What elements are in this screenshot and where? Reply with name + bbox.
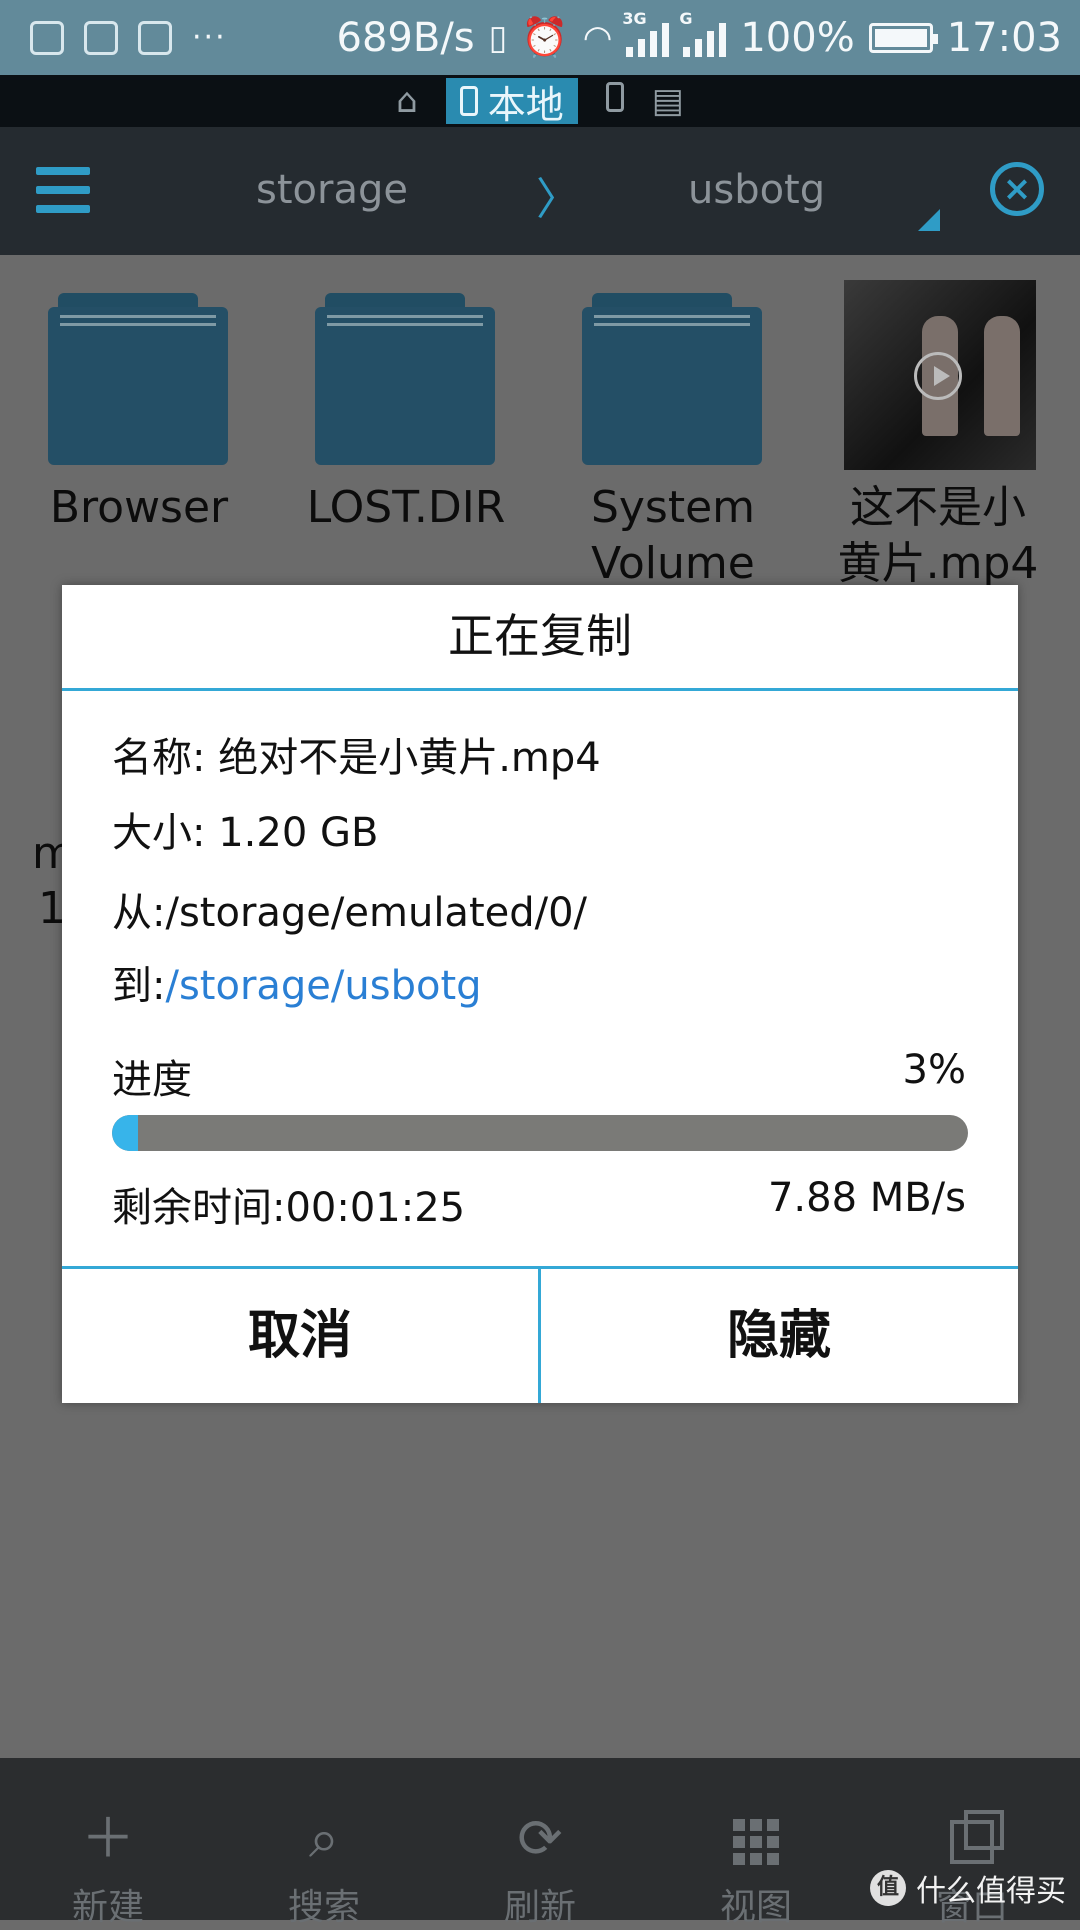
tab-device-icon[interactable]	[605, 81, 624, 121]
copy-notification-icon	[30, 20, 64, 55]
from-value: /storage/emulated/0/	[165, 890, 588, 936]
remaining-label: 剩余时间:	[112, 1185, 286, 1231]
dropdown-corner-icon[interactable]	[918, 209, 940, 231]
battery-icon	[868, 22, 938, 53]
file-size-row: 大小: 1.20 GB	[112, 800, 378, 858]
signal-g-icon: G	[679, 9, 727, 57]
bottom-toolbar: ＋ 新建 ⌕ 搜索 ⟳ 刷新 视图 窗口 值 什么值得买	[0, 1758, 1080, 1928]
remaining-value: 00:01:25	[285, 1185, 466, 1231]
watermark: 值 什么值得买	[870, 1866, 1066, 1910]
wifi-icon: ◠	[582, 17, 613, 58]
refresh-button[interactable]: ⟳ 刷新	[432, 1758, 648, 1928]
play-icon	[914, 352, 962, 400]
clock: 17:03	[946, 14, 1062, 61]
more-notifications-icon: ···	[192, 20, 227, 55]
name-label: 名称:	[112, 735, 219, 781]
video-thumbnail[interactable]	[844, 280, 1036, 470]
home-tab-icon[interactable]: ⌂	[396, 81, 418, 121]
hide-button[interactable]: 隐藏	[541, 1269, 1017, 1403]
notification-icons: ···	[0, 20, 227, 55]
path-bar: storage 〉 usbotg	[0, 127, 1080, 255]
phone-icon	[459, 86, 478, 116]
plus-icon: ＋	[81, 1807, 135, 1870]
view-label: 视图	[719, 1887, 792, 1928]
file-name-row: 名称: 绝对不是小黄片.mp4	[112, 725, 601, 783]
source-path-row: 从:/storage/emulated/0/	[112, 880, 587, 938]
breadcrumb-storage[interactable]: storage	[256, 167, 408, 213]
destination-path-row: 到:/storage/usbotg	[112, 953, 482, 1011]
search-label: 搜索	[287, 1887, 360, 1928]
new-label: 新建	[71, 1887, 144, 1928]
progress-bar	[112, 1115, 968, 1151]
file-name-browser[interactable]: Browser	[24, 480, 254, 536]
status-bar: ··· 689B/s ▯ ⏰ ◠ 3G G 100% 17:03	[0, 0, 1080, 75]
edit-notification-icon	[138, 20, 172, 55]
from-label: 从:	[112, 890, 166, 936]
size-label: 大小:	[112, 810, 219, 856]
to-value-link[interactable]: /storage/usbotg	[165, 963, 481, 1009]
search-button[interactable]: ⌕ 搜索	[216, 1758, 432, 1928]
remaining-time: 剩余时间:00:01:25	[112, 1175, 465, 1233]
name-value: 绝对不是小黄片.mp4	[218, 735, 601, 781]
location-tabs: ⌂ 本地 ▤	[0, 75, 1080, 127]
file-name-lost-dir[interactable]: LOST.DIR	[291, 480, 521, 536]
signal-3g-icon: 3G	[622, 9, 670, 57]
breadcrumb-usbotg[interactable]: usbotg	[688, 167, 825, 213]
file-name-video[interactable]: 这不是小 黄片.mp4	[823, 480, 1053, 592]
dialog-title: 正在复制	[448, 609, 632, 663]
view-button[interactable]: 视图	[648, 1758, 864, 1928]
copy-progress-dialog: 正在复制 名称: 绝对不是小黄片.mp4 大小: 1.20 GB 从:/stor…	[62, 585, 1018, 1403]
transfer-speed: 7.88 MB/s	[767, 1175, 966, 1221]
battery-percent: 100%	[740, 14, 855, 61]
watermark-logo: 值	[870, 1870, 906, 1906]
tab-network-icon[interactable]: ▤	[652, 81, 684, 121]
refresh-icon: ⟳	[517, 1807, 563, 1870]
folder-icon[interactable]	[315, 293, 495, 465]
alarm-icon: ⏰	[521, 15, 569, 59]
network-speed: 689B/s	[336, 14, 475, 61]
file-name-system-volume[interactable]: System Volume	[558, 480, 788, 592]
hamburger-menu-icon[interactable]	[36, 167, 90, 213]
cancel-button[interactable]: 取消	[62, 1269, 538, 1403]
new-button[interactable]: ＋ 新建	[0, 1758, 216, 1928]
close-icon[interactable]: ×	[990, 162, 1044, 216]
size-value: 1.20 GB	[218, 810, 379, 856]
breadcrumb-separator: 〉	[536, 174, 580, 225]
search-icon: ⌕	[308, 1807, 340, 1870]
tab-local-label: 本地	[487, 82, 564, 127]
progress-label: 进度	[112, 1057, 192, 1103]
tab-local[interactable]: 本地	[445, 78, 578, 127]
watermark-text: 什么值得买	[916, 1874, 1066, 1909]
progress-bar-fill	[112, 1115, 138, 1151]
to-label: 到:	[112, 963, 166, 1009]
dialog-title-divider	[62, 688, 1018, 691]
progress-percent: 3%	[902, 1047, 966, 1093]
folder-icon[interactable]	[48, 293, 228, 465]
vibrate-icon: ▯	[488, 17, 508, 58]
network-g-label: G	[679, 8, 693, 28]
refresh-label: 刷新	[503, 1887, 576, 1928]
folder-icon[interactable]	[582, 293, 762, 465]
grid-view-icon	[648, 1800, 864, 1878]
app-notification-icon	[84, 20, 118, 55]
network-3g-label: 3G	[622, 8, 647, 28]
